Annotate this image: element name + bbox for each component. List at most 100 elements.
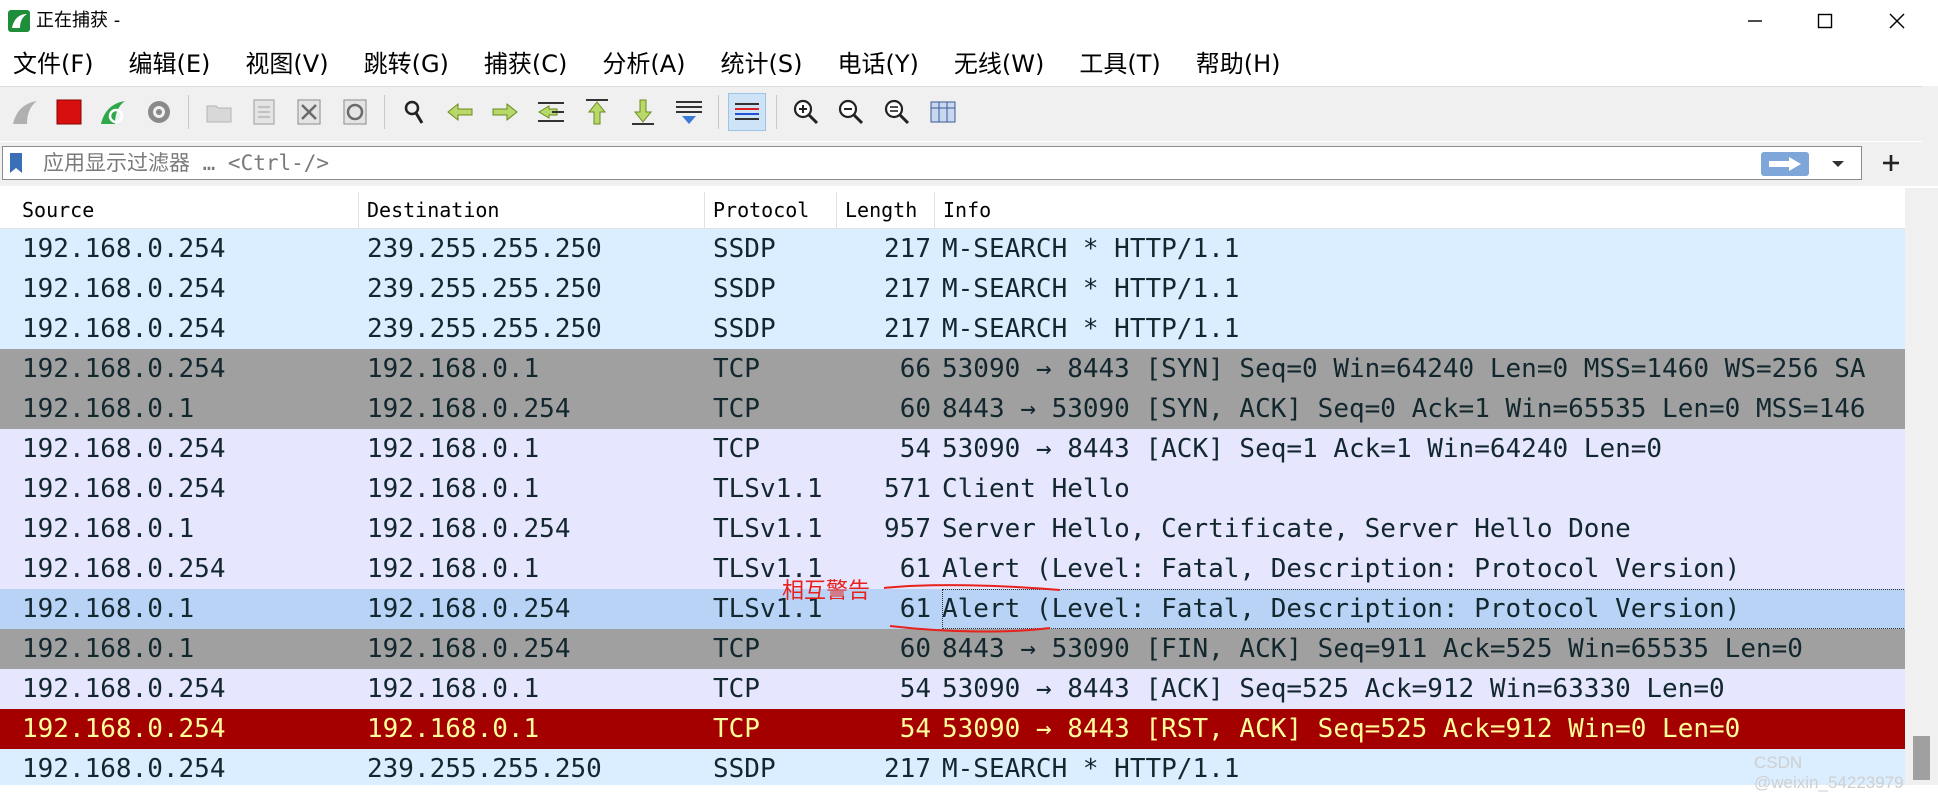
menu-go[interactable]: 跳转(G) bbox=[350, 44, 461, 84]
restart-capture-button[interactable] bbox=[94, 93, 132, 131]
packet-row[interactable]: 192.168.0.254 192.168.0.1 TCP 66 53090 → 844… bbox=[0, 349, 1905, 389]
normal-size-button[interactable] bbox=[878, 93, 916, 131]
packet-info-cell: 53090 → 8443 [ACK] Seq=525 Ack=912 Win=6… bbox=[942, 674, 1725, 704]
packet-destination-cell: 239.255.255.250 bbox=[367, 274, 602, 304]
column-header-protocol[interactable]: Protocol bbox=[705, 192, 837, 228]
menu-telephony[interactable]: 电话(Y) bbox=[824, 44, 931, 84]
start-capture-button[interactable] bbox=[6, 93, 44, 131]
packet-protocol-cell: TCP bbox=[713, 434, 760, 464]
packet-length-cell: 54 bbox=[899, 674, 931, 704]
packet-row[interactable]: 192.168.0.1 192.168.0.254 TCP 60 8443 → 5309… bbox=[0, 389, 1905, 429]
packet-rows: 192.168.0.254 239.255.255.250 SSDP 217 M-SEA… bbox=[0, 229, 1905, 785]
go-forward-icon bbox=[492, 102, 518, 122]
apply-filter-button[interactable] bbox=[1761, 152, 1809, 176]
menu-view[interactable]: 视图(V) bbox=[231, 44, 340, 84]
packet-row[interactable]: 192.168.0.254 239.255.255.250 SSDP 217 M-SEA… bbox=[0, 269, 1905, 309]
maximize-button[interactable] bbox=[1790, 0, 1860, 42]
minimize-icon bbox=[1748, 20, 1762, 22]
packet-row[interactable]: 192.168.0.254 192.168.0.1 TLSv1.1 571 Client… bbox=[0, 469, 1905, 509]
go-to-packet-button[interactable] bbox=[532, 93, 570, 131]
minimize-button[interactable] bbox=[1720, 0, 1790, 42]
packet-row[interactable]: 192.168.0.254 192.168.0.1 TCP 54 53090 → 844… bbox=[0, 669, 1905, 709]
find-packet-button[interactable] bbox=[396, 93, 434, 131]
title-bar: 正在捕获 - bbox=[0, 0, 1938, 42]
packet-protocol-cell: TLSv1.1 bbox=[713, 474, 823, 504]
column-header-info[interactable]: Info bbox=[935, 192, 1905, 228]
open-file-button[interactable] bbox=[200, 93, 238, 131]
column-header-length[interactable]: Length bbox=[837, 192, 935, 228]
reload-file-icon bbox=[343, 99, 367, 125]
packet-length-cell: 217 bbox=[884, 314, 931, 344]
packet-length-cell: 571 bbox=[884, 474, 931, 504]
plus-icon bbox=[1883, 155, 1899, 171]
packet-row[interactable]: 192.168.0.1 192.168.0.254 TLSv1.1 61 Alert (… bbox=[0, 589, 1905, 629]
packet-info-cell: 8443 → 53090 [SYN, ACK] Seq=0 Ack=1 Win=… bbox=[942, 394, 1866, 424]
menu-analyze[interactable]: 分析(A) bbox=[588, 44, 697, 84]
main-toolbar bbox=[0, 86, 1938, 141]
menu-tools[interactable]: 工具(T) bbox=[1065, 44, 1172, 84]
stop-capture-button[interactable] bbox=[50, 93, 88, 131]
packet-length-cell: 217 bbox=[884, 754, 931, 784]
menu-help[interactable]: 帮助(H) bbox=[1182, 44, 1293, 84]
restart-capture-icon bbox=[101, 101, 125, 124]
packet-destination-cell: 192.168.0.254 bbox=[367, 514, 571, 544]
packet-protocol-cell: TLSv1.1 bbox=[713, 514, 823, 544]
menu-file[interactable]: 文件(F) bbox=[0, 44, 106, 84]
open-file-icon bbox=[206, 105, 232, 123]
add-filter-button[interactable] bbox=[1874, 146, 1908, 180]
chevron-down-icon bbox=[1832, 161, 1844, 167]
last-packet-button[interactable] bbox=[624, 93, 662, 131]
save-file-icon bbox=[253, 99, 275, 125]
bookmark-icon[interactable] bbox=[9, 152, 23, 174]
packet-protocol-cell: TCP bbox=[713, 394, 760, 424]
auto-scroll-button[interactable] bbox=[670, 93, 708, 131]
packet-source-cell: 192.168.0.254 bbox=[22, 234, 226, 264]
close-icon bbox=[1889, 13, 1905, 29]
packet-source-cell: 192.168.0.254 bbox=[22, 554, 226, 584]
go-forward-button[interactable] bbox=[486, 93, 524, 131]
toolbar-separator bbox=[384, 95, 385, 129]
window-title: 正在捕获 - bbox=[36, 10, 121, 31]
packet-info-cell: Alert (Level: Fatal, Description: Protoc… bbox=[942, 589, 1905, 629]
display-filter-bar bbox=[0, 142, 1938, 186]
zoom-in-button[interactable] bbox=[787, 93, 825, 131]
packet-source-cell: 192.168.0.254 bbox=[22, 714, 226, 744]
colorize-button[interactable] bbox=[728, 93, 766, 131]
capture-options-button[interactable] bbox=[140, 93, 178, 131]
packet-row[interactable]: 192.168.0.254 192.168.0.1 TCP 54 53090 → 844… bbox=[0, 709, 1905, 749]
packet-row[interactable]: 192.168.0.1 192.168.0.254 TLSv1.1 957 Server… bbox=[0, 509, 1905, 549]
packet-row[interactable]: 192.168.0.1 192.168.0.254 TCP 60 8443 → 5309… bbox=[0, 629, 1905, 669]
zoom-out-button[interactable] bbox=[832, 93, 870, 131]
menu-edit[interactable]: 编辑(E) bbox=[115, 44, 223, 84]
packet-row[interactable]: 192.168.0.254 192.168.0.1 TLSv1.1 61 Alert (… bbox=[0, 549, 1905, 589]
filter-history-dropdown[interactable] bbox=[1823, 151, 1853, 177]
resize-columns-button[interactable] bbox=[924, 93, 962, 131]
column-header-destination[interactable]: Destination bbox=[359, 192, 705, 228]
packet-row[interactable]: 192.168.0.254 192.168.0.1 TCP 54 53090 → 844… bbox=[0, 429, 1905, 469]
first-packet-button[interactable] bbox=[578, 93, 616, 131]
packet-protocol-cell: SSDP bbox=[713, 274, 776, 304]
packet-info-cell: Client Hello bbox=[942, 474, 1130, 504]
column-header-source[interactable]: Source bbox=[14, 192, 359, 228]
packet-destination-cell: 192.168.0.254 bbox=[367, 394, 571, 424]
menu-statistics[interactable]: 统计(S) bbox=[707, 44, 815, 84]
close-file-button[interactable] bbox=[290, 93, 328, 131]
menu-wireless[interactable]: 无线(W) bbox=[940, 44, 1056, 84]
display-filter-input[interactable] bbox=[43, 147, 1743, 179]
packet-destination-cell: 192.168.0.1 bbox=[367, 554, 540, 584]
zoom-out-icon bbox=[838, 99, 864, 125]
save-file-button[interactable] bbox=[245, 93, 283, 131]
menu-capture[interactable]: 捕获(C) bbox=[470, 44, 579, 84]
toolbar-separator bbox=[188, 95, 189, 129]
go-back-button[interactable] bbox=[441, 93, 479, 131]
packet-protocol-cell: SSDP bbox=[713, 234, 776, 264]
maximize-icon bbox=[1817, 13, 1833, 29]
packet-protocol-cell: TCP bbox=[713, 674, 760, 704]
shark-fin-icon bbox=[13, 101, 37, 124]
packet-row[interactable]: 192.168.0.254 239.255.255.250 SSDP 217 M-SEA… bbox=[0, 309, 1905, 349]
reload-file-button[interactable] bbox=[336, 93, 374, 131]
packet-list-scrollbar[interactable] bbox=[1905, 188, 1938, 785]
packet-row[interactable]: 192.168.0.254 239.255.255.250 SSDP 217 M-SEA… bbox=[0, 749, 1905, 785]
packet-row[interactable]: 192.168.0.254 239.255.255.250 SSDP 217 M-SEA… bbox=[0, 229, 1905, 269]
close-button[interactable] bbox=[1862, 0, 1932, 42]
